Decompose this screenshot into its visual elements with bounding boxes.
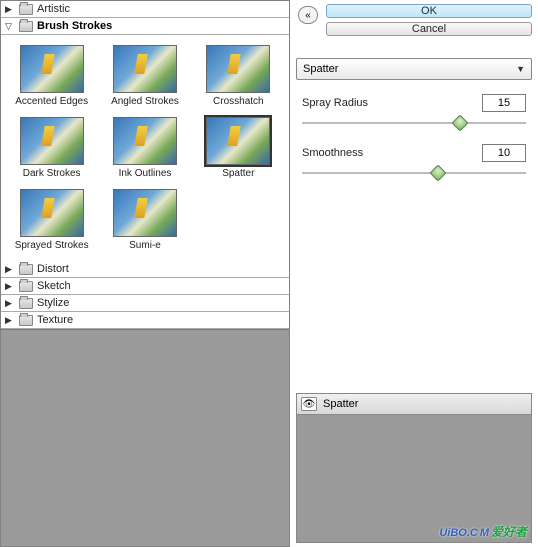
filter-sprayed-strokes[interactable]: Sprayed Strokes (7, 187, 96, 253)
category-artistic[interactable]: ▶ Artistic (1, 1, 289, 18)
thumbnail-label: Sumi-e (129, 240, 161, 251)
param-label: Smoothness (302, 147, 363, 159)
filter-categories-panel: ▶ Artistic ▽ Brush Strokes Accented Edge… (0, 0, 290, 547)
category-label: Stylize (37, 297, 69, 309)
folder-icon (19, 315, 33, 326)
chevron-down-icon: ▼ (516, 64, 525, 74)
filter-spatter[interactable]: Spatter (194, 115, 283, 181)
eye-icon[interactable]: 👁 (301, 397, 317, 411)
chevron-right-icon: ▶ (5, 281, 15, 292)
cancel-button[interactable]: Cancel (326, 22, 532, 36)
thumbnail-preview (113, 117, 177, 165)
thumbnail-label: Angled Strokes (111, 96, 179, 107)
thumbnail-preview (113, 189, 177, 237)
folder-icon (19, 264, 33, 275)
filter-ink-outlines[interactable]: Ink Outlines (100, 115, 189, 181)
param-smoothness: Smoothness (296, 144, 532, 180)
empty-area (1, 329, 289, 546)
chevron-right-icon: ▶ (5, 298, 15, 309)
category-label: Sketch (37, 280, 71, 292)
thumbnail-label: Accented Edges (15, 96, 88, 107)
category-label: Artistic (37, 3, 70, 15)
slider-thumb[interactable] (429, 165, 446, 182)
chevron-right-icon: ▶ (5, 264, 15, 275)
watermark: UiBO.CM 爱好者 (439, 523, 527, 540)
thumbnail-label: Crosshatch (213, 96, 264, 107)
thumbnail-preview (20, 45, 84, 93)
filter-select[interactable]: Spatter ▼ (296, 58, 532, 80)
filter-accented-edges[interactable]: Accented Edges (7, 43, 96, 109)
category-label: Distort (37, 263, 69, 275)
category-label: Brush Strokes (37, 20, 112, 32)
category-stylize[interactable]: ▶ Stylize (1, 295, 289, 312)
filter-thumbnails-grid: Accented Edges Angled Strokes Crosshatch… (1, 35, 289, 261)
thumbnail-preview (20, 189, 84, 237)
thumbnail-preview (206, 117, 270, 165)
smoothness-input[interactable] (482, 144, 526, 162)
param-label: Spray Radius (302, 97, 368, 109)
thumbnail-preview (20, 117, 84, 165)
slider-track (302, 122, 526, 124)
thumbnail-label: Dark Strokes (23, 168, 81, 179)
filter-angled-strokes[interactable]: Angled Strokes (100, 43, 189, 109)
spray-radius-input[interactable] (482, 94, 526, 112)
slider-track (302, 172, 526, 174)
category-sketch[interactable]: ▶ Sketch (1, 278, 289, 295)
param-spray-radius: Spray Radius (296, 94, 532, 130)
filter-dark-strokes[interactable]: Dark Strokes (7, 115, 96, 181)
spray-radius-slider[interactable] (302, 116, 526, 130)
ok-button[interactable]: OK (326, 4, 532, 18)
smoothness-slider[interactable] (302, 166, 526, 180)
chevron-right-icon: ▶ (5, 4, 15, 15)
folder-icon (19, 4, 33, 15)
filter-select-value: Spatter (303, 63, 338, 75)
effect-layer-header[interactable]: 👁 Spatter (296, 393, 532, 415)
chevron-right-icon: ▶ (5, 315, 15, 326)
chevron-down-icon: ▽ (5, 21, 15, 32)
thumbnail-preview (113, 45, 177, 93)
filter-settings-panel: « OK Cancel Spatter ▼ Spray Radius Smoot… (290, 0, 538, 547)
effect-layers-block: 👁 Spatter UiBO.CM 爱好者 (296, 393, 532, 543)
thumbnail-label: Ink Outlines (119, 168, 172, 179)
folder-icon (19, 21, 33, 32)
effect-layer-name: Spatter (323, 398, 358, 410)
thumbnail-label: Spatter (222, 168, 254, 179)
category-label: Texture (37, 314, 73, 326)
folder-icon (19, 298, 33, 309)
slider-thumb[interactable] (452, 115, 469, 132)
filter-sumi-e[interactable]: Sumi-e (100, 187, 189, 253)
thumbnail-label: Sprayed Strokes (15, 240, 89, 251)
category-distort[interactable]: ▶ Distort (1, 261, 289, 278)
collapse-icon[interactable]: « (298, 6, 318, 24)
effect-layer-body: UiBO.CM 爱好者 (296, 415, 532, 543)
filter-crosshatch[interactable]: Crosshatch (194, 43, 283, 109)
folder-icon (19, 281, 33, 292)
category-brush-strokes[interactable]: ▽ Brush Strokes (1, 18, 289, 35)
thumbnail-preview (206, 45, 270, 93)
category-texture[interactable]: ▶ Texture (1, 312, 289, 329)
